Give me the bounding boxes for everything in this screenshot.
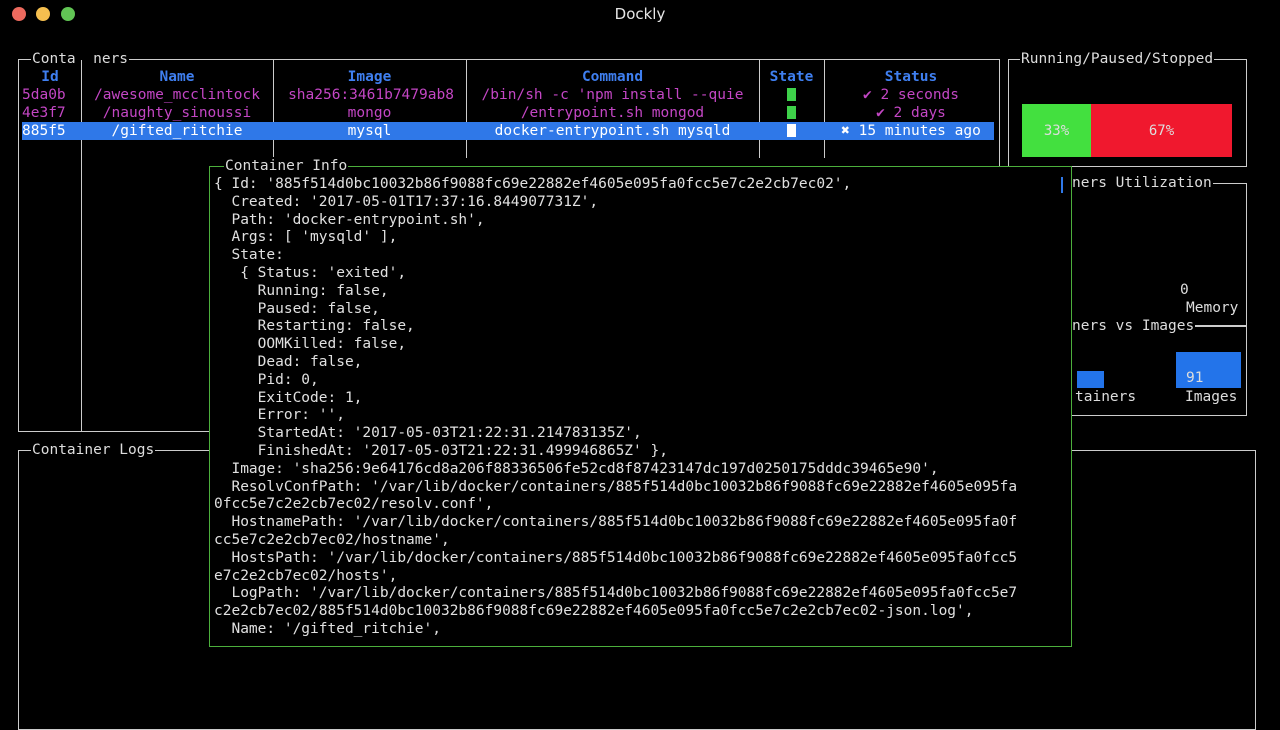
container-image: mysql bbox=[347, 123, 392, 139]
rps-panel-title: Running/Paused/Stopped bbox=[1020, 50, 1215, 68]
info-content: { Id: '885f514d0bc10032b86f9088fc69e2288… bbox=[214, 176, 1064, 639]
container-command: docker-entrypoint.sh mysqld bbox=[494, 123, 731, 139]
state-running-square bbox=[787, 88, 796, 101]
info-line: State: bbox=[214, 247, 284, 264]
info-line: Path: 'docker-entrypoint.sh', bbox=[214, 211, 485, 228]
container-status: ✔ 2 days bbox=[876, 105, 946, 121]
cvi-panel-title: ners vs Images bbox=[1071, 317, 1196, 335]
container-status: ✔ 2 seconds bbox=[862, 87, 960, 103]
containers-axis-label: tainers bbox=[1075, 389, 1137, 405]
images-axis-label: Images bbox=[1185, 389, 1238, 405]
stopped-bar: 67% bbox=[1091, 104, 1232, 157]
info-line: ExitCode: 1, bbox=[214, 389, 363, 406]
info-line: Image: 'sha256:9e64176cd8a206f88336506fe… bbox=[214, 460, 939, 477]
info-line: HostnamePath: '/var/lib/docker/container… bbox=[214, 514, 1018, 531]
column-header-id[interactable]: Id bbox=[22, 68, 78, 86]
container-name: /awesome_mcclintock bbox=[94, 87, 260, 103]
images-value: 91 bbox=[1186, 370, 1204, 386]
info-line: Name: '/gifted_ritchie', bbox=[214, 620, 441, 637]
column-header-name[interactable]: Name bbox=[84, 68, 270, 86]
container-id: 885f5 bbox=[22, 123, 66, 139]
info-popup-title: Container Info bbox=[224, 157, 349, 175]
state-running-square bbox=[787, 106, 796, 119]
info-line: ResolvConfPath: '/var/lib/docker/contain… bbox=[214, 478, 1018, 495]
state-indicator bbox=[762, 122, 821, 140]
info-line: Error: '', bbox=[214, 407, 345, 424]
info-line: Created: '2017-05-01T17:37:16.844907731Z… bbox=[214, 193, 599, 210]
column-header-command[interactable]: Command bbox=[469, 68, 756, 86]
container-id: 4e3f7 bbox=[22, 105, 66, 121]
memory-label: Memory bbox=[1186, 300, 1239, 316]
container-id: 5da0b bbox=[22, 87, 66, 103]
info-line: Args: [ 'mysqld' ], bbox=[214, 229, 398, 246]
window-title: Dockly bbox=[614, 5, 666, 23]
info-line: OOMKilled: false, bbox=[214, 336, 407, 353]
info-line: HostsPath: '/var/lib/docker/containers/8… bbox=[214, 549, 1018, 566]
container-status: ✖ 15 minutes ago bbox=[841, 123, 981, 139]
container-name: /gifted_ritchie bbox=[111, 123, 243, 139]
column-header-status[interactable]: Status bbox=[827, 68, 995, 86]
window-titlebar: Dockly bbox=[0, 0, 1280, 28]
state-indicator bbox=[762, 86, 821, 104]
containers-bar bbox=[1077, 371, 1104, 388]
container-command: /entrypoint.sh mongod bbox=[520, 105, 705, 121]
state-stopped-square bbox=[787, 124, 796, 137]
container-image: mongo bbox=[347, 105, 392, 121]
info-line: Paused: false, bbox=[214, 300, 380, 317]
column-divider bbox=[824, 60, 825, 158]
info-line: Pid: 0, bbox=[214, 371, 319, 388]
info-line: e7c2e2cb7ec02/hosts', bbox=[214, 567, 398, 584]
column-divider bbox=[759, 60, 760, 158]
logs-panel-title: Container Logs bbox=[31, 441, 156, 459]
container-image: sha256:3461b7479ab8 bbox=[288, 87, 454, 103]
state-indicator bbox=[762, 104, 821, 122]
column-header-state[interactable]: State bbox=[762, 68, 821, 86]
info-line: LogPath: '/var/lib/docker/containers/885… bbox=[214, 585, 1018, 602]
running-bar: 33% bbox=[1022, 104, 1091, 157]
info-line: c2e2cb7ec02/885f514d0bc10032b86f9088fc69… bbox=[214, 603, 974, 620]
column-divider bbox=[81, 60, 82, 431]
column-divider bbox=[273, 60, 274, 158]
info-line: Running: false, bbox=[214, 282, 389, 299]
info-line: 0fcc5e7c2e2cb7ec02/resolv.conf', bbox=[214, 496, 494, 513]
info-line: cc5e7c2e2cb7ec02/hostname', bbox=[214, 531, 450, 548]
info-line: { Id: '885f514d0bc10032b86f9088fc69e2288… bbox=[214, 176, 852, 192]
info-line: { Status: 'exited', bbox=[214, 264, 407, 281]
info-line: Dead: false, bbox=[214, 353, 363, 370]
memory-value: 0 bbox=[1180, 282, 1189, 298]
running-percent-label: 33% bbox=[1043, 122, 1070, 139]
info-line: Restarting: false, bbox=[214, 318, 415, 335]
utilization-panel-title: ners Utilization bbox=[1071, 174, 1213, 192]
container-name: /naughty_sinoussi bbox=[102, 105, 252, 121]
column-header-image[interactable]: Image bbox=[276, 68, 463, 86]
info-line: StartedAt: '2017-05-03T21:22:31.21478313… bbox=[214, 425, 642, 442]
info-line: FinishedAt: '2017-05-03T21:22:31.4999468… bbox=[214, 442, 668, 459]
column-divider bbox=[466, 60, 467, 158]
images-bar: 91 bbox=[1176, 352, 1241, 388]
container-command: /bin/sh -c 'npm install --quie bbox=[481, 87, 744, 103]
stopped-percent-label: 67% bbox=[1148, 122, 1175, 139]
container-info-popup[interactable]: Container Info { Id: '885f514d0bc10032b8… bbox=[209, 157, 1072, 647]
